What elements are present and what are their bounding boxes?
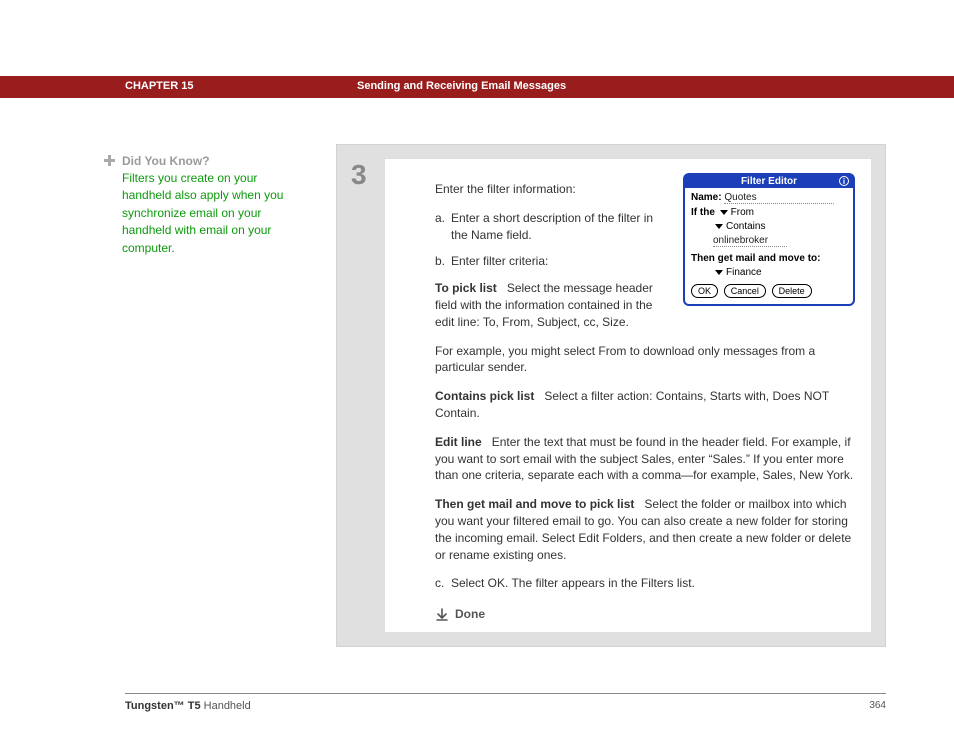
filter-editor-title-bar: Filter Editor i <box>685 175 853 188</box>
did-you-know-body: Filters you create on your handheld also… <box>122 170 287 257</box>
to-pick-label: To pick list <box>435 281 497 295</box>
then-block: Then get mail and move to pick list Sele… <box>435 496 855 563</box>
step-c: c.Select OK. The filter appears in the F… <box>435 575 855 592</box>
contains-block: Contains pick list Select a filter actio… <box>435 388 855 422</box>
step-b-text: Enter filter criteria: <box>451 254 548 268</box>
info-icon[interactable]: i <box>839 176 849 186</box>
step-b: b.Enter filter criteria: <box>435 253 665 270</box>
then-label: Then get mail and move to pick list <box>435 497 634 511</box>
fe-contains-dropdown[interactable]: Contains <box>713 221 765 232</box>
edit-block: Edit line Enter the text that must be fo… <box>435 434 855 484</box>
footer-product-bold: Tungsten™ T5 <box>125 700 201 712</box>
chapter-title: Sending and Receiving Email Messages <box>357 80 566 92</box>
footer-product: Tungsten™ T5 Handheld <box>125 700 251 712</box>
delete-button[interactable]: Delete <box>772 284 812 298</box>
done-arrow-icon <box>435 608 449 622</box>
did-you-know-heading: Did You Know? <box>103 154 293 168</box>
fe-target-dropdown[interactable]: Finance <box>713 267 762 278</box>
chapter-label: CHAPTER 15 <box>125 80 193 92</box>
plus-icon <box>103 154 117 168</box>
did-you-know-sidebar: Did You Know? Filters you create on your… <box>103 154 293 257</box>
fe-target-row: Finance <box>713 267 847 278</box>
step-a-text: Enter a short description of the filter … <box>451 211 653 242</box>
step-content-box: 3 Enter the filter information: a.Enter … <box>336 144 886 647</box>
fe-name-row: Name: Quotes <box>691 192 847 204</box>
cancel-button[interactable]: Cancel <box>724 284 766 298</box>
did-you-know-heading-text: Did You Know? <box>122 154 210 168</box>
fe-contains-row: Contains <box>713 221 847 232</box>
chapter-header-band: CHAPTER 15 Sending and Receiving Email M… <box>0 76 954 98</box>
filter-editor-dialog: Filter Editor i Name: Quotes If the From… <box>683 173 855 306</box>
footer-rule <box>125 693 886 694</box>
done-row: Done <box>435 606 855 623</box>
fe-value-row: onlinebroker <box>691 235 847 247</box>
fe-name-label: Name: <box>691 192 722 203</box>
fe-from-dropdown[interactable]: From <box>718 207 754 218</box>
fe-button-row: OK Cancel Delete <box>691 284 847 298</box>
contains-label: Contains pick list <box>435 389 534 403</box>
to-pick-block-1: To pick list Select the message header f… <box>435 280 665 330</box>
edit-text: Enter the text that must be found in the… <box>435 435 853 483</box>
to-pick-text-2: For example, you might select From to do… <box>435 343 855 377</box>
step-c-text: Select OK. The filter appears in the Fil… <box>451 576 695 590</box>
footer-product-rest: Handheld <box>201 700 251 712</box>
fe-name-input[interactable]: Quotes <box>724 192 834 204</box>
fe-then-label: Then get mail and move to: <box>691 253 847 264</box>
filter-editor-title: Filter Editor <box>741 176 797 187</box>
fe-value-input[interactable]: onlinebroker <box>713 235 787 247</box>
footer-page-number: 364 <box>869 700 886 711</box>
ok-button[interactable]: OK <box>691 284 718 298</box>
step-a: a.Enter a short description of the filte… <box>435 210 665 244</box>
step-intro: Enter the filter information: <box>435 181 665 198</box>
edit-label: Edit line <box>435 435 482 449</box>
fe-if-row: If the From <box>691 207 847 218</box>
done-label: Done <box>455 607 485 621</box>
step-number: 3 <box>351 159 367 191</box>
step-content-inner: Enter the filter information: a.Enter a … <box>385 159 871 632</box>
fe-if-label: If the <box>691 207 715 218</box>
